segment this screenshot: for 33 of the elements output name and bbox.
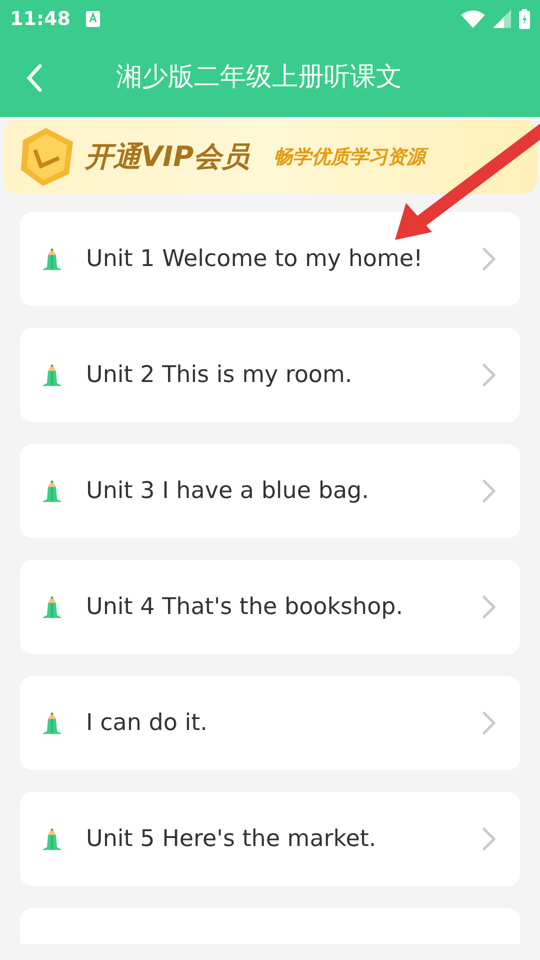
pencil-icon (42, 480, 62, 502)
pencil-icon (42, 248, 62, 270)
signal-icon (493, 10, 511, 28)
unit-title: Unit 1 Welcome to my home! (86, 244, 423, 274)
unit-item[interactable]: Unit 5 Here's the market. (20, 792, 520, 886)
unit-item[interactable]: Unit 2 This is my room. (20, 328, 520, 422)
pencil-icon (42, 364, 62, 386)
battery-icon (519, 9, 530, 29)
unit-title: Unit 4 That's the bookshop. (86, 592, 404, 622)
chevron-right-icon (482, 363, 496, 387)
chevron-right-icon (482, 247, 496, 271)
pencil-icon (42, 712, 62, 734)
unit-title: Unit 2 This is my room. (86, 360, 352, 390)
status-time: 11:48 (10, 6, 70, 32)
pencil-icon (42, 828, 62, 850)
unit-title: I can do it. (86, 708, 208, 738)
page-title: 湘少版二年级上册听课文 (116, 61, 402, 94)
chevron-right-icon (482, 827, 496, 851)
vip-banner[interactable]: 开通VIP会员 畅学优质学习资源 (3, 120, 537, 194)
vip-headline: 开通VIP会员 (85, 139, 250, 175)
notification-icon (86, 11, 100, 27)
wifi-icon (461, 10, 485, 28)
unit-item[interactable]: Unit 3 I have a blue bag. (20, 444, 520, 538)
back-icon[interactable] (24, 62, 44, 92)
unit-title: Unit 3 I have a blue bag. (86, 476, 369, 506)
pencil-icon (42, 596, 62, 618)
chevron-right-icon (482, 711, 496, 735)
chevron-right-icon (482, 479, 496, 503)
unit-item[interactable]: Unit 1 Welcome to my home! (20, 212, 520, 306)
unit-item[interactable]: Unit 4 That's the bookshop. (20, 560, 520, 654)
unit-title: Unit 5 Here's the market. (86, 824, 376, 854)
unit-item[interactable]: I can do it. (20, 676, 520, 770)
chevron-right-icon (482, 595, 496, 619)
